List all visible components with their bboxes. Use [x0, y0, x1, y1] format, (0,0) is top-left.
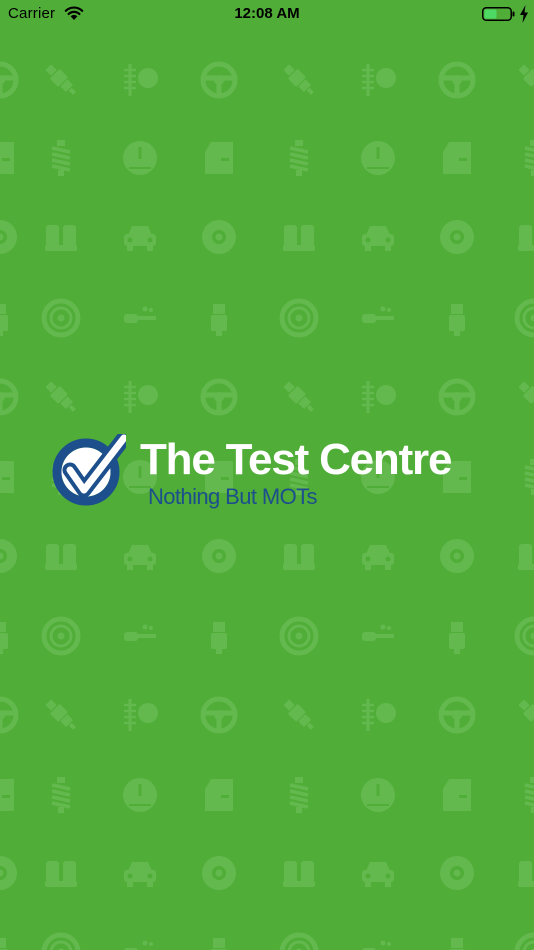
charging-bolt-icon	[520, 5, 528, 23]
steering-wheel-icon	[437, 695, 477, 735]
car-door-icon	[199, 138, 239, 178]
clock: 12:08 AM	[234, 5, 300, 22]
wiper-icon	[120, 377, 160, 417]
checkmark-circle-icon	[52, 434, 126, 506]
car-seats-icon	[41, 536, 81, 576]
seatbelt-icon	[199, 616, 239, 656]
wheel-icon	[41, 298, 81, 338]
car-door-icon	[0, 775, 20, 815]
car-seats-icon	[514, 853, 534, 893]
brake-disc-icon	[0, 536, 20, 576]
brand-tagline: Nothing But MOTs	[148, 484, 318, 509]
spark-plug-icon	[41, 695, 81, 735]
spark-plug-icon	[279, 377, 319, 417]
brake-disc-icon	[437, 536, 477, 576]
wheel-icon	[514, 616, 534, 656]
car-door-icon	[437, 138, 477, 178]
brake-disc-icon	[199, 536, 239, 576]
spark-plug-icon	[279, 60, 319, 100]
brand-name: The Test Centre	[140, 435, 452, 484]
speedometer-icon	[120, 138, 160, 178]
wiper-icon	[120, 60, 160, 100]
spark-plug-icon	[279, 695, 319, 735]
seatbelt-icon	[437, 616, 477, 656]
car-seats-icon	[514, 536, 534, 576]
wheel-icon	[41, 616, 81, 656]
car-front-icon	[120, 217, 160, 257]
wheel-icon	[279, 298, 319, 338]
wiper-icon	[358, 695, 398, 735]
exhaust-icon	[358, 616, 398, 656]
seatbelt-icon	[437, 932, 477, 950]
wheel-icon	[514, 932, 534, 950]
seatbelt-icon	[0, 932, 20, 950]
car-seats-icon	[279, 217, 319, 257]
car-front-icon	[120, 853, 160, 893]
car-door-icon	[437, 775, 477, 815]
car-seats-icon	[41, 853, 81, 893]
seatbelt-icon	[437, 298, 477, 338]
wheel-icon	[279, 616, 319, 656]
exhaust-icon	[120, 932, 160, 950]
splash-screen: Carrier 12:08 AM The Test Centre Nothing…	[0, 0, 534, 950]
car-seats-icon	[279, 853, 319, 893]
spark-plug-icon	[514, 60, 534, 100]
spark-plug-icon	[41, 377, 81, 417]
exhaust-icon	[120, 616, 160, 656]
shock-absorber-icon	[279, 775, 319, 815]
car-seats-icon	[41, 217, 81, 257]
car-front-icon	[120, 536, 160, 576]
steering-wheel-icon	[199, 60, 239, 100]
wheel-icon	[279, 932, 319, 950]
car-door-icon	[199, 775, 239, 815]
status-bar: Carrier 12:08 AM	[0, 0, 534, 28]
shock-absorber-icon	[41, 138, 81, 178]
car-front-icon	[358, 853, 398, 893]
brand-logo: The Test Centre Nothing But MOTs	[52, 434, 492, 514]
wheel-icon	[41, 932, 81, 950]
seatbelt-icon	[199, 298, 239, 338]
speedometer-icon	[358, 775, 398, 815]
car-seats-icon	[279, 536, 319, 576]
car-front-icon	[358, 536, 398, 576]
wiper-icon	[358, 377, 398, 417]
shock-absorber-icon	[41, 775, 81, 815]
car-door-icon	[0, 457, 20, 497]
seatbelt-icon	[0, 298, 20, 338]
brake-disc-icon	[0, 217, 20, 257]
steering-wheel-icon	[437, 60, 477, 100]
battery-icon	[482, 7, 515, 21]
steering-wheel-icon	[0, 695, 20, 735]
wiper-icon	[120, 695, 160, 735]
steering-wheel-icon	[199, 695, 239, 735]
spark-plug-icon	[514, 377, 534, 417]
car-front-icon	[358, 217, 398, 257]
car-seats-icon	[514, 217, 534, 257]
spark-plug-icon	[514, 695, 534, 735]
shock-absorber-icon	[514, 775, 534, 815]
speedometer-icon	[120, 775, 160, 815]
seatbelt-icon	[0, 616, 20, 656]
brake-disc-icon	[437, 217, 477, 257]
car-door-icon	[0, 138, 20, 178]
shock-absorber-icon	[514, 138, 534, 178]
shock-absorber-icon	[279, 138, 319, 178]
seatbelt-icon	[199, 932, 239, 950]
spark-plug-icon	[41, 60, 81, 100]
shock-absorber-icon	[514, 457, 534, 497]
steering-wheel-icon	[0, 377, 20, 417]
steering-wheel-icon	[437, 377, 477, 417]
steering-wheel-icon	[0, 60, 20, 100]
brake-disc-icon	[437, 853, 477, 893]
exhaust-icon	[120, 298, 160, 338]
brake-disc-icon	[199, 217, 239, 257]
brake-disc-icon	[199, 853, 239, 893]
brake-disc-icon	[0, 853, 20, 893]
exhaust-icon	[358, 932, 398, 950]
speedometer-icon	[358, 138, 398, 178]
wiper-icon	[358, 60, 398, 100]
wheel-icon	[514, 298, 534, 338]
steering-wheel-icon	[199, 377, 239, 417]
exhaust-icon	[358, 298, 398, 338]
